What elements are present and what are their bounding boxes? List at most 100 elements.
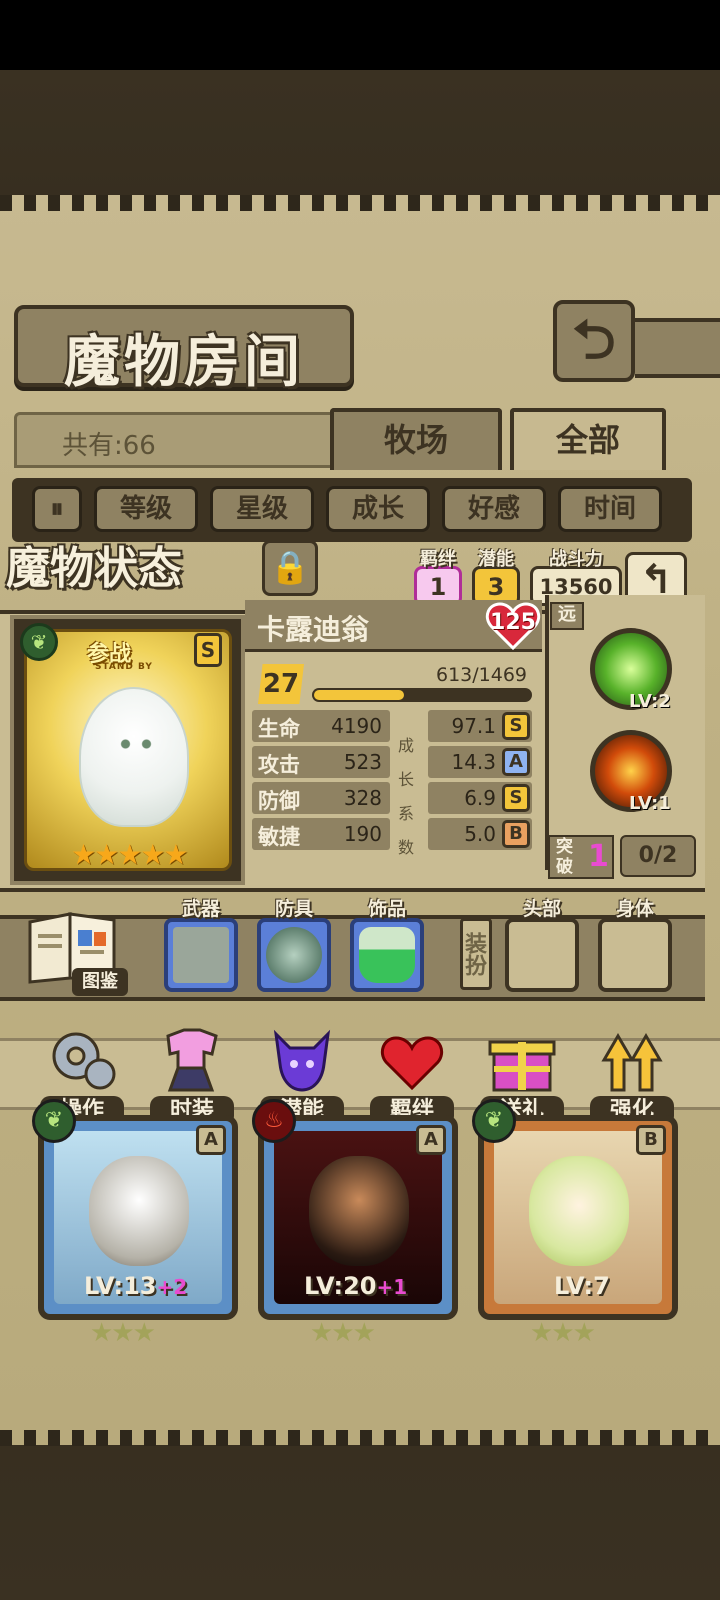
lock-button[interactable]: 🔒 bbox=[262, 540, 318, 596]
torn-edge-top bbox=[0, 195, 720, 211]
stat-value: 4190 bbox=[331, 714, 382, 738]
weapon-slot[interactable]: 武器 bbox=[164, 898, 238, 992]
game-screen: 魔物房间 ⮌ 共有:66 牧场 全部 ⏸ 等级 星级 成长 好感 时间 魔物状态… bbox=[0, 0, 720, 1600]
encyclopedia-button[interactable]: 图鉴 bbox=[26, 908, 130, 996]
encyclopedia-label: 图鉴 bbox=[72, 968, 128, 996]
growth-value: 5.0 bbox=[464, 822, 496, 846]
exp-text: 613/1469 bbox=[436, 664, 528, 686]
accessory-label: 饰品 bbox=[367, 898, 406, 920]
growth-grade: S bbox=[502, 712, 530, 740]
roster-level: LV:13+2 bbox=[84, 1272, 187, 1300]
monster-card[interactable]: 参战 STAND BY ★★★★★ ❦ S bbox=[10, 615, 245, 885]
potential-label: 潜能 bbox=[478, 549, 514, 570]
growth-hp: 97.1 S bbox=[428, 710, 532, 742]
filter-stars[interactable]: 星级 bbox=[210, 486, 314, 532]
lock-icon: 🔒 bbox=[270, 548, 310, 586]
filter-time[interactable]: 时间 bbox=[558, 486, 662, 532]
level-text: LV:13 bbox=[84, 1272, 157, 1300]
monster-portrait bbox=[529, 1156, 629, 1266]
nature-element-icon: ❦ bbox=[20, 623, 58, 661]
rank-badge: A bbox=[196, 1125, 226, 1155]
growth-label-char: 长 bbox=[398, 770, 415, 789]
hearts-icon bbox=[380, 1036, 444, 1091]
back-button-bar bbox=[635, 318, 720, 378]
status-title: 魔物状态 bbox=[6, 543, 182, 594]
accessory-slot[interactable]: 饰品 bbox=[350, 898, 424, 992]
level-badge: 27 bbox=[258, 664, 304, 704]
growth-grade: B bbox=[502, 820, 530, 848]
tab-all[interactable]: 全部 bbox=[510, 408, 666, 470]
head-slot[interactable]: 头部 bbox=[505, 898, 579, 992]
tab-ranch[interactable]: 牧场 bbox=[330, 408, 502, 470]
stat-defense: 防御 328 bbox=[252, 782, 390, 814]
roster-level: LV:20+1 bbox=[304, 1272, 407, 1300]
gatling-icon bbox=[173, 927, 229, 983]
breakthrough-progress: 0/2 bbox=[620, 835, 696, 877]
armor-slot[interactable]: 防具 bbox=[257, 898, 331, 992]
monster-portrait bbox=[89, 1156, 189, 1266]
filter-label: 时间 bbox=[583, 494, 636, 524]
torn-edge-bottom bbox=[0, 1430, 720, 1446]
return-arrow-icon: ⮌ bbox=[572, 308, 616, 371]
potion-icon bbox=[359, 927, 415, 983]
stat-label: 防御 bbox=[258, 789, 300, 813]
growth-value: 6.9 bbox=[464, 786, 496, 810]
star-rating: ★★★★★ bbox=[71, 838, 189, 871]
growth-defense: 6.9 S bbox=[428, 782, 532, 814]
filter-level[interactable]: 等级 bbox=[94, 486, 198, 532]
monster-portrait bbox=[309, 1156, 409, 1266]
range-tag: 远 bbox=[550, 602, 584, 630]
double-up-arrow-icon bbox=[601, 1033, 663, 1092]
body-slot[interactable]: 身体 bbox=[598, 898, 672, 992]
roster-stars: ★★★ bbox=[530, 1318, 596, 1348]
tab-label: 全部 bbox=[555, 421, 620, 459]
filter-label: 好感 bbox=[467, 494, 520, 524]
growth-value: 14.3 bbox=[451, 750, 496, 774]
filter-affection[interactable]: 好感 bbox=[442, 486, 546, 532]
sort-toggle-button[interactable]: ⏸ bbox=[32, 486, 82, 532]
monster-portrait bbox=[79, 687, 189, 827]
tab-label: 牧场 bbox=[383, 421, 448, 459]
stat-value: 523 bbox=[343, 750, 382, 774]
fashion-button[interactable]: 时装 bbox=[148, 1016, 236, 1126]
affection-value: 125 bbox=[490, 610, 536, 635]
stat-label: 敏捷 bbox=[258, 825, 300, 849]
roster-card-2[interactable]: ♨ A LV:20+1 bbox=[252, 1099, 458, 1320]
stat-hp: 生命 4190 bbox=[252, 710, 390, 742]
bond-button[interactable]: 羁绊 bbox=[368, 1016, 456, 1126]
demon-icon bbox=[273, 1029, 331, 1092]
filter-label: 成长 bbox=[351, 494, 404, 524]
monster-name: 卡露迪翁 bbox=[257, 613, 370, 646]
skill-1-button[interactable]: LV:2 bbox=[590, 628, 672, 712]
roster-stars: ★★★ bbox=[310, 1318, 376, 1348]
roster-card-3[interactable]: ❦ B LV:7 bbox=[472, 1099, 678, 1320]
roster-card-1[interactable]: ❦ A LV:13+2 bbox=[32, 1099, 238, 1320]
exp-bar-fill bbox=[314, 690, 404, 700]
rank-badge: B bbox=[636, 1125, 666, 1155]
level-text: LV:20 bbox=[304, 1272, 377, 1300]
exp-bar bbox=[312, 688, 532, 702]
skill-level: LV:2 bbox=[629, 691, 671, 712]
gift-icon bbox=[488, 1040, 556, 1092]
stat-value: 190 bbox=[343, 822, 382, 846]
stat-attack: 攻击 523 bbox=[252, 746, 390, 778]
nature-element-icon: ❦ bbox=[472, 1099, 516, 1143]
head-label: 头部 bbox=[522, 898, 561, 920]
level-plus: +1 bbox=[376, 1275, 408, 1299]
body-label: 身体 bbox=[615, 898, 654, 920]
dress-up-label: 装扮 bbox=[460, 918, 492, 990]
bond-label: 羁绊 bbox=[420, 549, 456, 570]
nature-element-icon: ❦ bbox=[32, 1099, 76, 1143]
armor-label: 防具 bbox=[274, 898, 313, 920]
filter-label: 等级 bbox=[119, 494, 172, 524]
growth-attack: 14.3 A bbox=[428, 746, 532, 778]
filter-growth[interactable]: 成长 bbox=[326, 486, 430, 532]
page-title-plate: 魔物房间 bbox=[14, 305, 354, 395]
growth-label-char: 成 bbox=[398, 736, 415, 755]
weapon-label: 武器 bbox=[181, 898, 220, 920]
enhance-button[interactable]: 强化 bbox=[588, 1016, 676, 1126]
skill-2-button[interactable]: LV:1 bbox=[590, 730, 672, 814]
back-button[interactable]: ⮌ bbox=[553, 300, 635, 382]
power-label: 战斗力 bbox=[549, 549, 603, 570]
stat-label: 生命 bbox=[258, 717, 300, 741]
